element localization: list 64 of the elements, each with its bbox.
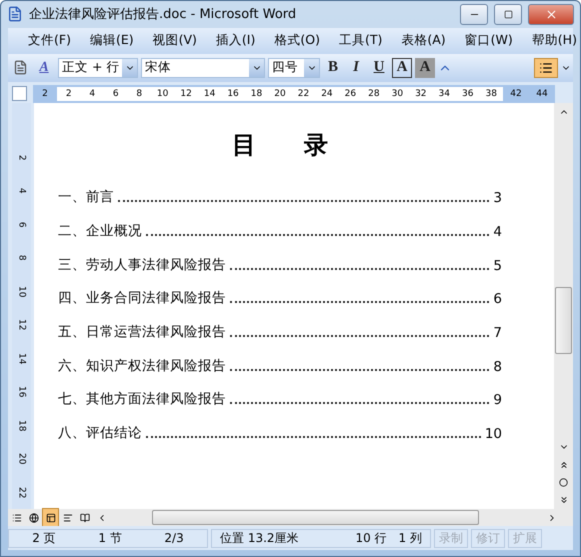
- previous-page-icon[interactable]: [558, 460, 568, 470]
- justify-icon: [539, 60, 553, 74]
- close-icon: [544, 8, 558, 21]
- tab-selector[interactable]: [12, 86, 27, 100]
- maximize-icon: [504, 10, 512, 19]
- menu-item[interactable]: 窗口(W): [458, 30, 519, 51]
- toc-page-number: 9: [493, 392, 502, 408]
- menu-item[interactable]: 插入(I): [210, 30, 262, 51]
- scroll-thumb[interactable]: [152, 510, 479, 525]
- next-page-icon[interactable]: [558, 495, 568, 505]
- font-size-dropdown[interactable]: 四号: [268, 58, 320, 78]
- page-number: 2 页: [32, 530, 56, 546]
- toc-entry: 六、知识产权法律风险报告: [58, 356, 226, 375]
- toc-page-number: 7: [493, 324, 502, 341]
- vertical-scrollbar[interactable]: [554, 102, 573, 509]
- font-dropdown[interactable]: 宋体: [141, 58, 265, 78]
- toc-entry: 七、其他方面法律风险报告: [58, 390, 226, 408]
- style-dropdown[interactable]: 正文 + 行: [58, 58, 138, 78]
- view-icon: [80, 512, 90, 522]
- toc-page-number: 5: [493, 258, 502, 274]
- menu-item[interactable]: 工具(T): [332, 30, 388, 51]
- toc-entry: 八、评估结论: [58, 424, 142, 442]
- justify-button[interactable]: [534, 58, 558, 78]
- menu-item[interactable]: 帮助(H): [526, 30, 581, 51]
- view-icon: [62, 512, 72, 522]
- toc-entry: 五、日常运营法律风险报告: [58, 322, 226, 341]
- menu-item[interactable]: 文件(F): [22, 30, 77, 51]
- menu-item[interactable]: 编辑(E): [84, 30, 140, 51]
- view-button[interactable]: [42, 508, 59, 528]
- horizontal-ruler: 2 2 4 6 8 10 12 14 16 18 20 22 24 26 28 30 32 34 36 38 42 44: [33, 84, 555, 102]
- character-border-button[interactable]: A: [392, 58, 412, 78]
- maximize-button[interactable]: [494, 4, 522, 25]
- toc-entry: 一、前言: [58, 188, 114, 206]
- character-shading-button[interactable]: A: [415, 58, 435, 78]
- bold-button[interactable]: B: [323, 58, 343, 78]
- vertical-ruler: 2 4 6 8 10 12 14 16 18 20 22: [12, 102, 31, 509]
- toc-page-number: 6: [493, 291, 502, 308]
- toc-entry: 四、业务合同法律风险报告: [58, 289, 226, 308]
- line-number: 10 行: [355, 530, 387, 546]
- italic-button[interactable]: I: [346, 58, 366, 78]
- scroll-thumb[interactable]: [555, 286, 572, 354]
- menu-item[interactable]: 格式(O): [268, 30, 326, 51]
- minimize-button[interactable]: [460, 4, 488, 25]
- word-document-icon: [7, 6, 23, 22]
- toc-page-number: 8: [493, 358, 502, 375]
- styles-button[interactable]: A: [33, 58, 55, 78]
- menu-item[interactable]: 表格(A): [395, 30, 452, 51]
- toc-page-number: 10: [484, 426, 502, 442]
- browse-object-icon[interactable]: [559, 478, 568, 487]
- menu-item[interactable]: 视图(V): [146, 30, 203, 51]
- toc-page-number: 3: [493, 190, 502, 206]
- toc-heading: 目 录: [231, 130, 329, 160]
- window-title: 企业法律风险评估报告.doc - Microsoft Word: [29, 6, 298, 24]
- view-icon: [28, 512, 38, 522]
- toc-entry: 三、劳动人事法律风险报告: [58, 256, 226, 274]
- column-number: 1 列: [398, 530, 422, 546]
- close-button[interactable]: [528, 4, 574, 25]
- section-number: 1 节: [98, 530, 122, 546]
- toc-page-number: 4: [493, 224, 502, 240]
- cursor-position: 位置 13.2厘米: [220, 530, 299, 546]
- toc-entry: 二、企业概况: [58, 222, 142, 240]
- page-count: 2/3: [164, 531, 184, 545]
- view-icon: [46, 512, 56, 522]
- underline-button[interactable]: U: [369, 58, 389, 78]
